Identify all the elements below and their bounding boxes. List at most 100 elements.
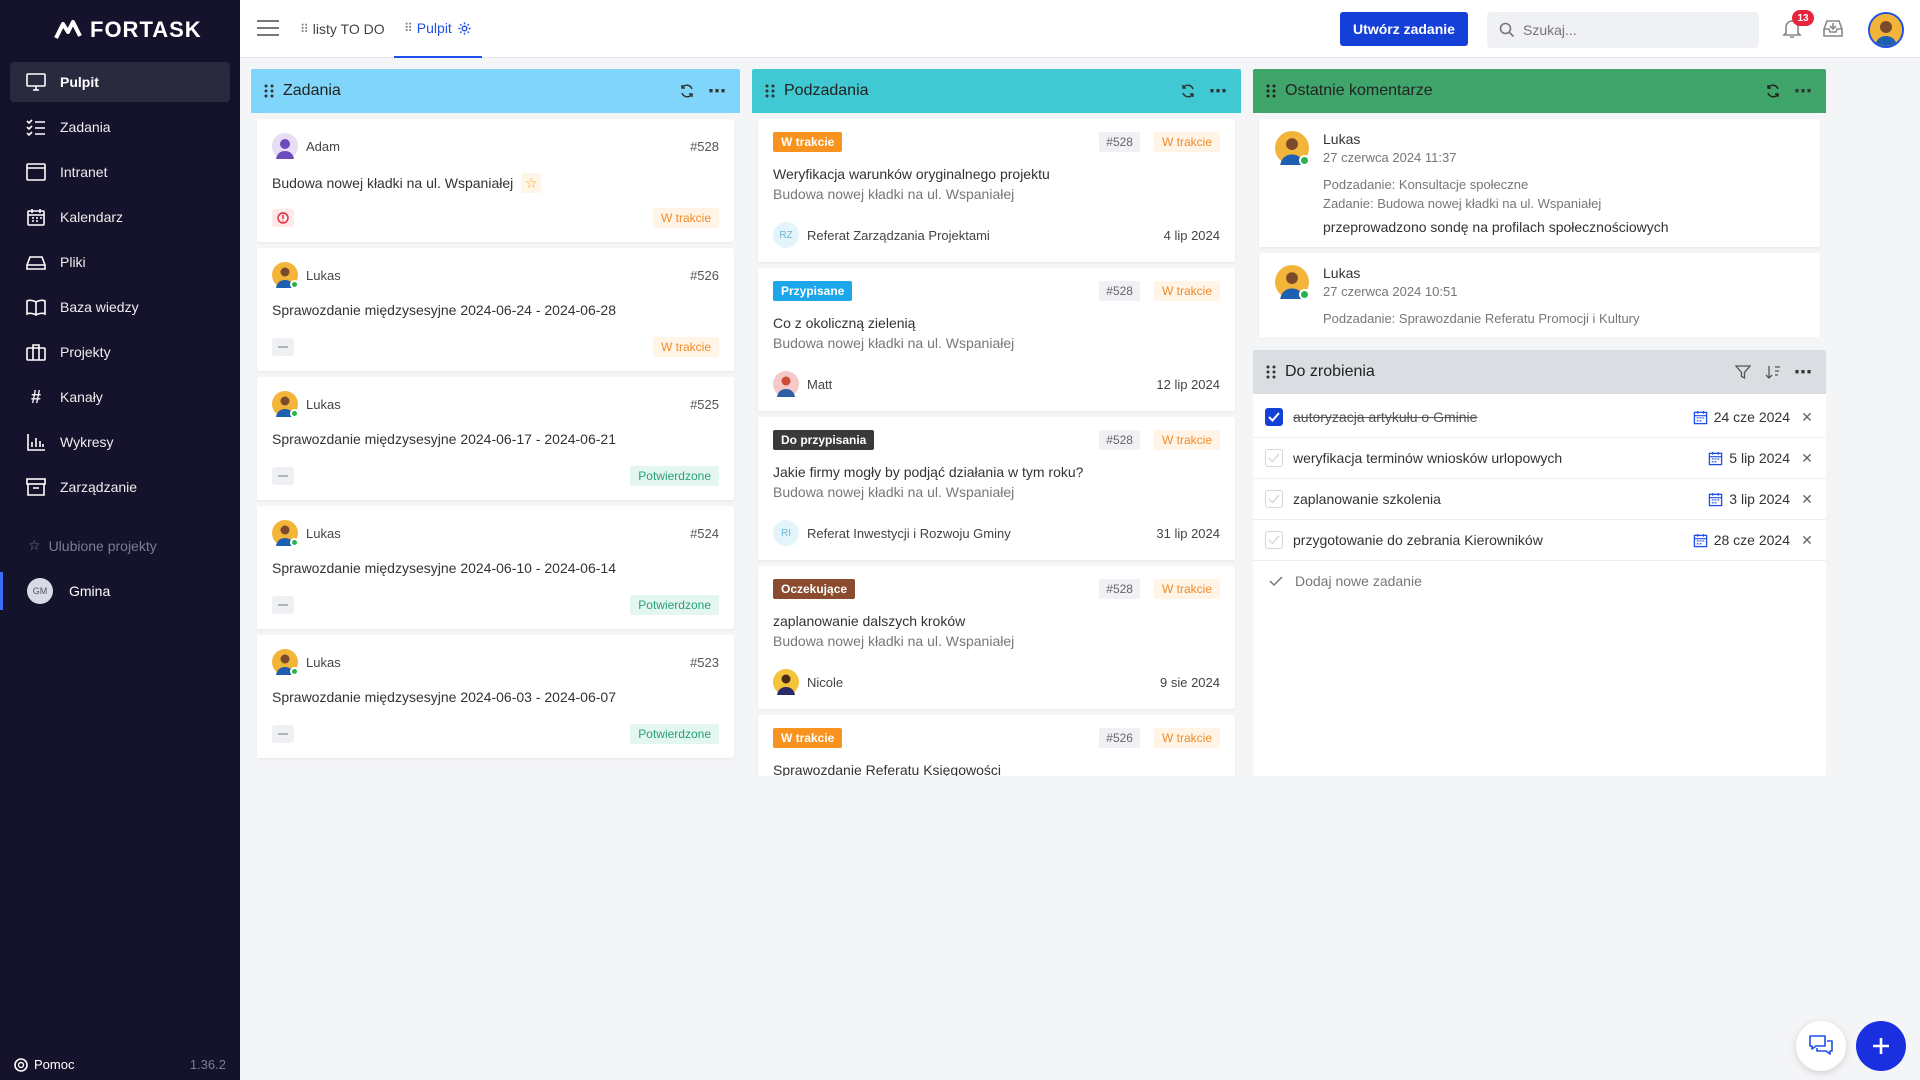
- sidebar-item-wykresy[interactable]: Wykresy: [10, 422, 230, 462]
- drag-handle-icon[interactable]: [764, 83, 776, 99]
- todo-item[interactable]: weryfikacja terminów wniosków urlopowych…: [1253, 438, 1826, 479]
- subtask-card[interactable]: Przypisane #528 W trakcie Co z okoliczną…: [758, 268, 1235, 411]
- todo-due-date[interactable]: 3 lip 2024: [1708, 491, 1790, 507]
- task-id: #526: [1099, 728, 1140, 748]
- browser-icon: [26, 162, 46, 182]
- remove-todo-icon[interactable]: ✕: [1800, 450, 1814, 467]
- task-card[interactable]: Lukas #524 Sprawozdanie międzysesyjne 20…: [257, 506, 734, 629]
- refresh-icon[interactable]: [676, 80, 698, 102]
- subtask-card[interactable]: W trakcie #526 W trakcie Sprawozdanie Re…: [758, 715, 1235, 776]
- subtask-card[interactable]: Oczekujące #528 W trakcie zaplanowanie d…: [758, 566, 1235, 709]
- todo-item[interactable]: zaplanowanie szkolenia 3 lip 2024 ✕: [1253, 479, 1826, 520]
- tasks-widget: Zadania ⋯ Adam #528 Budowa nowej kładki …: [251, 69, 740, 776]
- calendar-icon: [1709, 492, 1723, 506]
- drag-handle-icon[interactable]: [1265, 83, 1277, 99]
- subtask-title: Sprawozdanie Referatu Księgowości: [773, 762, 1002, 776]
- refresh-icon[interactable]: [1177, 80, 1199, 102]
- chat-button[interactable]: [1796, 1021, 1846, 1071]
- todo-checkbox[interactable]: [1265, 490, 1283, 508]
- subtasks-widget: Podzadania ⋯ W trakcie #528 W trakcie We…: [752, 69, 1241, 776]
- sidebar-item-intranet[interactable]: Intranet: [10, 152, 230, 192]
- task-card[interactable]: Lukas #523 Sprawozdanie międzysesyjne 20…: [257, 635, 734, 758]
- add-button[interactable]: [1856, 1021, 1906, 1071]
- subtask-card[interactable]: W trakcie #528 W trakcie Weryfikacja war…: [758, 119, 1235, 262]
- help-link[interactable]: Pomoc: [14, 1057, 74, 1072]
- sidebar-item-projekty[interactable]: Projekty: [10, 332, 230, 372]
- more-options-icon[interactable]: ⋯: [1207, 80, 1229, 102]
- todo-item[interactable]: autoryzacja artykułu o Gminie 24 cze 202…: [1253, 397, 1826, 438]
- app-logo[interactable]: FORTASK: [54, 16, 202, 44]
- fortask-logo-icon: [54, 20, 82, 39]
- todo-due-date[interactable]: 24 cze 2024: [1693, 409, 1790, 425]
- inbox-tray-icon[interactable]: [1822, 17, 1844, 39]
- sidebar-item-pulpit[interactable]: Pulpit: [10, 62, 230, 102]
- todo-checkbox[interactable]: [1265, 531, 1283, 549]
- avatar: [1275, 265, 1310, 300]
- plus-icon: [1873, 1038, 1889, 1054]
- subtask-project: Budowa nowej kładki na ul. Wspaniałej: [773, 484, 1015, 500]
- comment-author: Lukas: [1323, 131, 1361, 147]
- status-badge: W trakcie: [652, 208, 719, 228]
- drag-handle-icon[interactable]: [1265, 364, 1277, 380]
- tab-pulpit[interactable]: ⠿ Pulpit: [394, 0, 482, 58]
- priority-low-icon: [272, 338, 294, 356]
- task-title: Sprawozdanie międzysesyjne 2024-06-24 - …: [272, 302, 616, 318]
- comment-card[interactable]: Lukas 27 czerwca 2024 10:51 Podzadanie: …: [1259, 253, 1820, 337]
- add-todo-button[interactable]: Dodaj nowe zadanie: [1253, 561, 1826, 601]
- filter-icon[interactable]: [1732, 361, 1754, 383]
- star-outline-icon: ☆: [28, 537, 41, 553]
- task-title: Budowa nowej kładki na ul. Wspaniałej: [272, 175, 514, 191]
- star-icon[interactable]: ☆: [521, 173, 542, 193]
- tab-listy-todo[interactable]: ⠿ listy TO DO: [300, 0, 385, 58]
- sidebar-item-label: Intranet: [60, 164, 108, 180]
- comment-card[interactable]: Lukas 27 czerwca 2024 11:37 Podzadanie: …: [1259, 119, 1820, 247]
- sidebar-item-baza-wiedzy[interactable]: Baza wiedzy: [10, 287, 230, 327]
- sidebar-item-zarzadzanie[interactable]: Zarządzanie: [10, 467, 230, 507]
- more-options-icon[interactable]: ⋯: [1792, 80, 1814, 102]
- more-options-icon[interactable]: ⋯: [706, 80, 728, 102]
- due-date: 12 lip 2024: [1156, 376, 1220, 392]
- task-card[interactable]: Lukas #526 Sprawozdanie międzysesyjne 20…: [257, 248, 734, 371]
- sidebar-item-zadania[interactable]: Zadania: [10, 107, 230, 147]
- sort-icon[interactable]: [1762, 361, 1784, 383]
- todo-checkbox[interactable]: [1265, 449, 1283, 467]
- calendar-icon: [1693, 410, 1707, 424]
- task-card[interactable]: Adam #528 Budowa nowej kładki na ul. Wsp…: [257, 119, 734, 242]
- sidebar-project-gmina[interactable]: GM Gmina: [0, 572, 240, 610]
- drag-handle-icon[interactable]: [263, 83, 275, 99]
- todo-item[interactable]: przygotowanie do zebrania Kierowników 28…: [1253, 520, 1826, 561]
- sidebar-item-label: Zadania: [60, 119, 111, 135]
- priority-low-icon: [272, 467, 294, 485]
- todo-due-date[interactable]: 5 lip 2024: [1708, 450, 1790, 466]
- sidebar-item-kalendarz[interactable]: Kalendarz: [10, 197, 230, 237]
- sidebar-item-kanaly[interactable]: # Kanały: [10, 377, 230, 417]
- subtask-card[interactable]: Do przypisania #528 W trakcie Jakie firm…: [758, 417, 1235, 560]
- remove-todo-icon[interactable]: ✕: [1800, 532, 1814, 549]
- notification-badge: 13: [1792, 10, 1814, 26]
- search-box[interactable]: [1487, 12, 1759, 48]
- todo-checkbox[interactable]: [1265, 408, 1283, 426]
- task-user: Lukas: [306, 267, 341, 283]
- hamburger-menu-icon[interactable]: [256, 18, 280, 38]
- assignee-avatar: RZ: [773, 222, 799, 248]
- search-input[interactable]: [1523, 22, 1743, 38]
- user-avatar[interactable]: [1868, 12, 1904, 48]
- widget-title: Ostatnie komentarze: [1285, 82, 1433, 99]
- task-title: Sprawozdanie międzysesyjne 2024-06-03 - …: [272, 689, 616, 705]
- remove-todo-icon[interactable]: ✕: [1800, 491, 1814, 508]
- status-badge: W trakcie: [1153, 728, 1220, 748]
- calendar-icon: [1709, 451, 1723, 465]
- settings-gear-icon[interactable]: [457, 21, 472, 36]
- task-id: #525: [690, 396, 719, 412]
- task-card[interactable]: Lukas #525 Sprawozdanie międzysesyjne 20…: [257, 377, 734, 500]
- refresh-icon[interactable]: [1762, 80, 1784, 102]
- create-task-button[interactable]: Utwórz zadanie: [1340, 12, 1468, 46]
- more-options-icon[interactable]: ⋯: [1792, 361, 1814, 383]
- task-id: #524: [690, 525, 719, 541]
- comment-date: 27 czerwca 2024 11:37: [1323, 150, 1457, 165]
- calendar-icon: [1693, 533, 1707, 547]
- remove-todo-icon[interactable]: ✕: [1800, 409, 1814, 426]
- comment-subtask: Podzadanie: Konsultacje społeczne: [1323, 177, 1529, 192]
- sidebar-item-pliki[interactable]: Pliki: [10, 242, 230, 282]
- todo-due-date[interactable]: 28 cze 2024: [1693, 532, 1790, 548]
